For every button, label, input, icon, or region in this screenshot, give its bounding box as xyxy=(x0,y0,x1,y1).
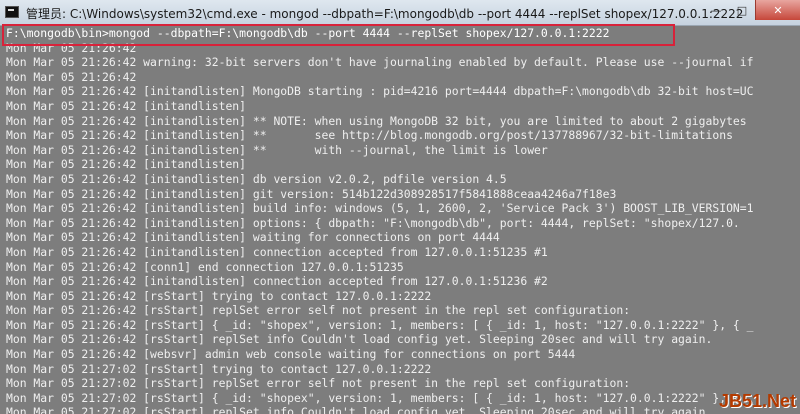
console-log-line: Mon Mar 05 21:26:42 xyxy=(6,69,137,84)
console-log-line: Mon Mar 05 21:26:42 xyxy=(6,40,137,55)
window-title: 管理员: C:\Windows\system32\cmd.exe - mongo… xyxy=(26,7,744,21)
console-log-line: Mon Mar 05 21:27:02 [rsStart] replSet er… xyxy=(6,376,631,391)
console-log-line: Mon Mar 05 21:26:42 [initandlisten] ** N… xyxy=(6,113,747,128)
console-log-line: Mon Mar 05 21:26:42 [websvr] admin web c… xyxy=(6,347,576,362)
console-log-line: Mon Mar 05 21:26:42 [conn1] end connecti… xyxy=(6,259,404,274)
console-log-line: Mon Mar 05 21:26:42 [initandlisten] git … xyxy=(6,186,617,201)
console-log-line: Mon Mar 05 21:26:42 [initandlisten] wait… xyxy=(6,230,500,245)
console-log-line: Mon Mar 05 21:26:42 [initandlisten] xyxy=(6,98,247,113)
command-line: F:\mongodb\bin>mongod --dbpath=F:\mongod… xyxy=(6,26,610,40)
console-log-line: Mon Mar 05 21:27:02 [rsStart] trying to … xyxy=(6,361,432,376)
cmd-app-icon xyxy=(5,6,19,18)
console-log-line: Mon Mar 05 21:26:42 [rsStart] replSet in… xyxy=(6,332,713,347)
console-log-line: Mon Mar 05 21:27:02 [rsStart] replSet in… xyxy=(6,405,713,414)
console-log-line: Mon Mar 05 21:26:42 [initandlisten] ** w… xyxy=(6,142,548,157)
console-log-line: Mon Mar 05 21:26:42 [rsStart] trying to … xyxy=(6,288,432,303)
console-log-line: Mon Mar 05 21:26:42 [rsStart] replSet er… xyxy=(6,303,631,318)
maximize-button[interactable]: □ xyxy=(729,0,755,20)
console-log-line: Mon Mar 05 21:26:42 [initandlisten] xyxy=(6,157,247,172)
cmd-window: 管理员: C:\Windows\system32\cmd.exe - mongo… xyxy=(0,0,800,414)
console-log-line: Mon Mar 05 21:26:42 [initandlisten] opti… xyxy=(6,215,740,230)
console-log-line: Mon Mar 05 21:26:42 [initandlisten] buil… xyxy=(6,201,754,216)
console-log-line: Mon Mar 05 21:27:02 [rsStart] { _id: "sh… xyxy=(6,390,754,405)
console-log-line: Mon Mar 05 21:26:42 [initandlisten] ** s… xyxy=(6,128,733,143)
title-bar[interactable]: 管理员: C:\Windows\system32\cmd.exe - mongo… xyxy=(0,0,800,26)
console-log-line: Mon Mar 05 21:26:42 [initandlisten] conn… xyxy=(6,274,548,289)
minimize-button[interactable]: — xyxy=(703,0,729,20)
close-button[interactable]: ✕ xyxy=(755,0,800,20)
console-log-line: Mon Mar 05 21:26:42 [initandlisten] db v… xyxy=(6,171,507,186)
site-watermark: JB51.Net xyxy=(718,391,796,411)
console-log-line: Mon Mar 05 21:26:42 warning: 32-bit serv… xyxy=(6,55,754,70)
console-log-line: Mon Mar 05 21:26:42 [rsStart] { _id: "sh… xyxy=(6,317,754,332)
console-log-line: Mon Mar 05 21:26:42 [initandlisten] conn… xyxy=(6,244,548,259)
console-output[interactable]: F:\mongodb\bin>mongod --dbpath=F:\mongod… xyxy=(0,26,800,414)
console-log-line: Mon Mar 05 21:26:42 [initandlisten] Mong… xyxy=(6,84,754,99)
window-controls: — □ ✕ xyxy=(703,0,800,20)
